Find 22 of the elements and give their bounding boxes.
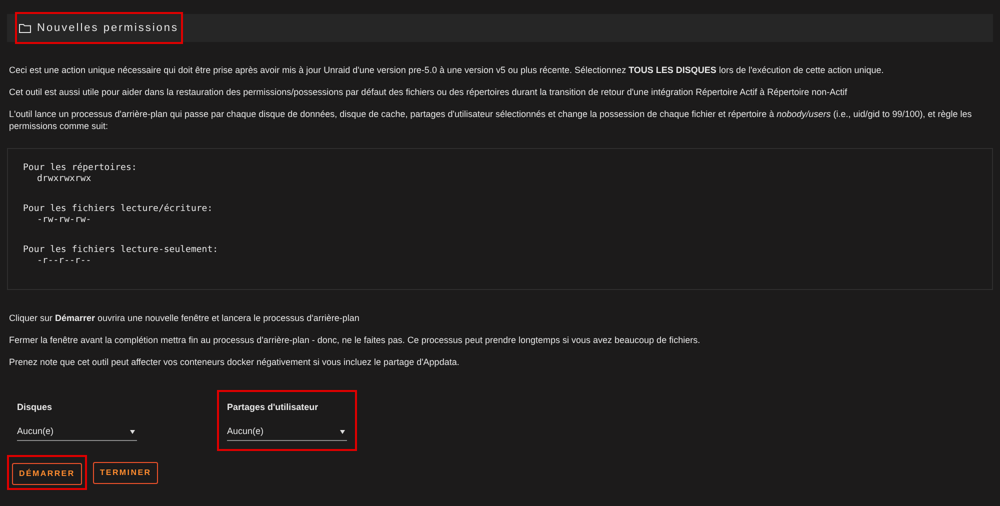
dropdown[interactable]: Aucun(e) <box>17 424 137 441</box>
code-line: -rw-rw-rw- <box>36 215 92 226</box>
dropdown[interactable]: Aucun(e) <box>227 424 347 441</box>
folder-icon <box>19 23 31 33</box>
code-line: drwxrwxrwx <box>36 174 92 185</box>
section-title: Nouvelles permissions <box>37 20 179 36</box>
action-button[interactable]: DÉMARRER <box>12 463 82 485</box>
code-line: Pour les répertoires: <box>23 163 138 174</box>
paragraph: Cliquer sur Démarrer ouvrira une nouvelle fenêtre et lancera le processus d'arrière-plan <box>9 312 360 324</box>
code-line: Pour les fichiers lecture-seulement: <box>23 245 220 256</box>
paragraph: Cet outil est aussi utile pour aider dans la restauration des permissions/possessions par défaut des fichiers ou des répertoires durant la transition de retour d'une intégration Répertoire Actif à Répertoire non-Actif <box>9 86 848 98</box>
caret-icon <box>130 430 135 434</box>
field-label: Disques <box>17 401 54 413</box>
paragraph: Prenez note que cet outil peut affecter vos conteneurs docker négativement si vous incluez le partage d'Appdata. <box>9 356 460 368</box>
action-button[interactable]: TERMINER <box>92 462 158 484</box>
paragraph: Fermer la fenêtre avant la complétion mettra fin au processus d'arrière-plan - donc, ne le faites pas. Ce processus peut prendre longtemps si vous avez beaucoup de fichiers. <box>9 334 702 346</box>
code-line: Pour les fichiers lecture/écriture: <box>23 204 214 215</box>
paragraph: L'outil lance un processus d'arrière-plan qui passe par chaque disque de données, disque de cache, partages d'utilisateur sélectionnés et change la possession de chaque fichier et répertoire à nobody/users (i.e., uid/gid to 99/100), et règle les permissions comme suit: <box>9 108 973 132</box>
caret-icon <box>340 430 345 434</box>
field-label: Partages d'utilisateur <box>227 401 320 413</box>
paragraph: Ceci est une action unique nécessaire qui doit être prise après avoir mis à jour Unraid d'une version pre-5.0 à une version v5 ou plus récente. Sélectionnez TOUS LES DISQUES lors de l'exécution de cette action unique. <box>9 64 885 76</box>
code-line: -r--r--r-- <box>36 256 92 267</box>
